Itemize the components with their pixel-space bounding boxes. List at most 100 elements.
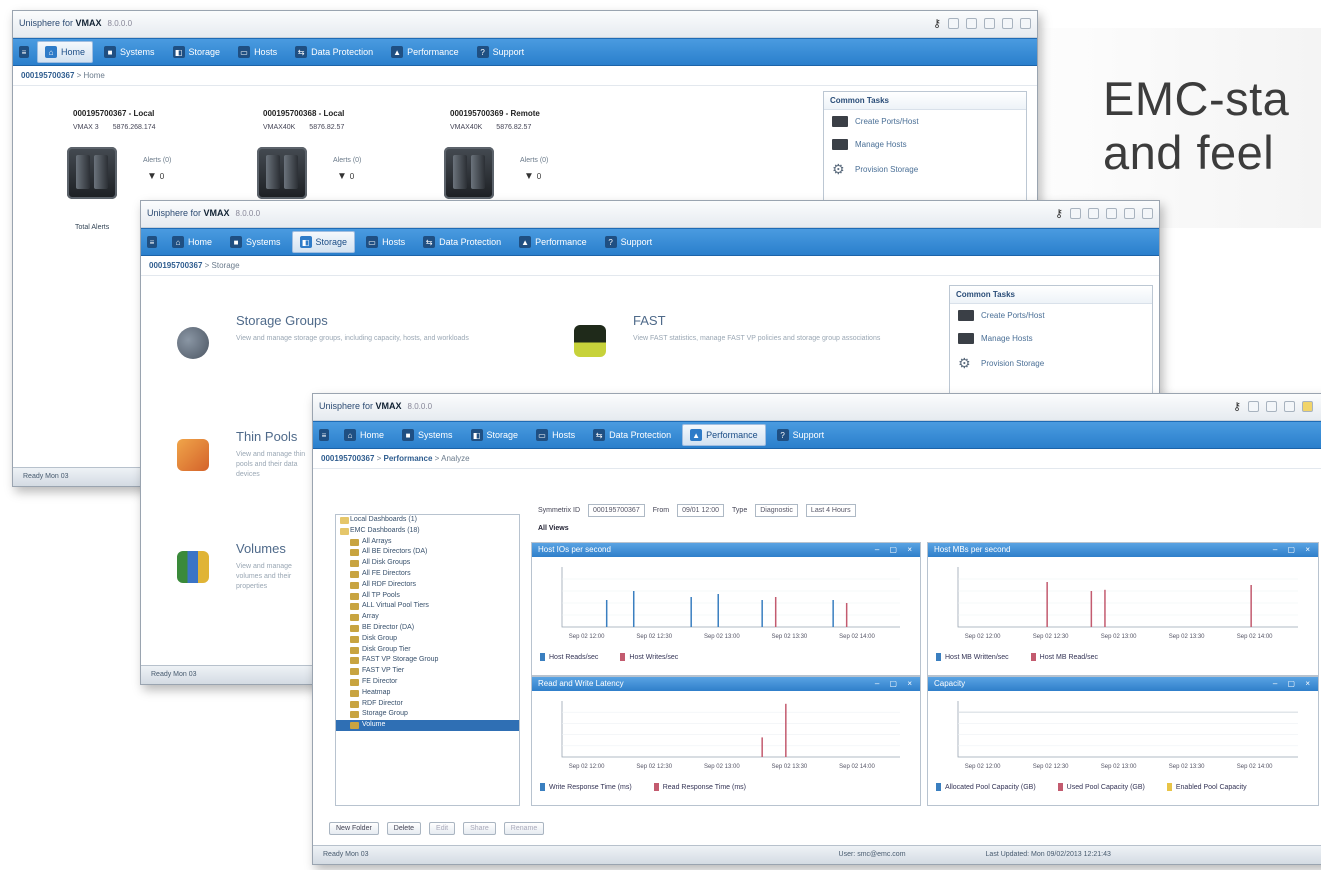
legend-item[interactable]: Read Response Time (ms)	[653, 783, 746, 791]
storage-array-icon[interactable]	[444, 147, 494, 199]
task-create-ports-host[interactable]: Create Ports/Host	[950, 304, 1152, 327]
tree-item[interactable]: BE Director (DA)	[336, 623, 519, 634]
tree-item[interactable]: Local Dashboards (1)	[336, 515, 519, 526]
tree-item[interactable]: FE Director	[336, 677, 519, 688]
nav-performance[interactable]: ▲ Performance	[512, 232, 594, 252]
nav-systems[interactable]: ■ Systems	[223, 232, 288, 252]
legend-item[interactable]: Write Response Time (ms)	[540, 783, 632, 791]
settings-icon[interactable]	[1070, 208, 1081, 219]
nav-support[interactable]: ? Support	[770, 425, 832, 445]
key-icon[interactable]: ⚷	[1233, 400, 1241, 413]
chart-controls[interactable]: – ▢ ×	[1273, 543, 1314, 557]
tree-item[interactable]: Disk Group	[336, 634, 519, 645]
nav-hosts[interactable]: ▭ Hosts	[231, 42, 284, 62]
maximize-button[interactable]	[1284, 401, 1295, 412]
tree-item[interactable]: EMC Dashboards (18)	[336, 526, 519, 537]
help-button[interactable]	[1124, 208, 1135, 219]
chart-controls[interactable]: – ▢ ×	[875, 677, 916, 691]
delete-button[interactable]: Delete	[386, 822, 422, 835]
legend-item[interactable]: Allocated Pool Capacity (GB)	[936, 783, 1036, 791]
tree-item[interactable]: All Arrays	[336, 537, 519, 548]
alerts-count[interactable]: ▼ 0	[147, 171, 164, 182]
chart-controls[interactable]: – ▢ ×	[875, 543, 916, 557]
settings-icon[interactable]	[1248, 401, 1259, 412]
from-field[interactable]: 09/01 12:00	[677, 504, 725, 517]
task-manage-hosts[interactable]: Manage Hosts	[824, 133, 1026, 156]
range-select[interactable]: Last 4 Hours	[805, 504, 856, 517]
tree-item[interactable]: FAST VP Tier	[336, 666, 519, 677]
feature-fast[interactable]: FAST View FAST statistics, manage FAST V…	[633, 313, 913, 344]
system-card[interactable]: 000195700368 - Local VMAX40K 5876.82.57	[263, 109, 393, 131]
system-card[interactable]: 000195700367 - Local VMAX 3 5876.268.174	[73, 109, 203, 131]
tree-item[interactable]: Storage Group	[336, 709, 519, 720]
alerts-count[interactable]: ▼ 0	[524, 171, 541, 182]
task-provision-storage[interactable]: ⚙ Provision Storage	[950, 350, 1152, 376]
legend-item[interactable]: Host MB Read/sec	[1030, 653, 1098, 661]
menu-icon[interactable]: ≡	[147, 236, 157, 248]
new-folder-button[interactable]: New Folder	[329, 822, 379, 835]
nav-hosts[interactable]: ▭ Hosts	[529, 425, 582, 445]
storage-array-icon[interactable]	[67, 147, 117, 199]
nav-data-protection[interactable]: ⇆ Data Protection	[288, 42, 380, 62]
legend-item[interactable]: Enabled Pool Capacity	[1166, 783, 1247, 791]
tree-item[interactable]: Volume	[336, 720, 519, 731]
tree-item[interactable]: FAST VP Storage Group	[336, 655, 519, 666]
tree-item[interactable]: All TP Pools	[336, 591, 519, 602]
task-create-ports-host[interactable]: Create Ports/Host	[824, 110, 1026, 133]
maximize-button[interactable]	[1106, 208, 1117, 219]
nav-systems[interactable]: ■ Systems	[395, 425, 460, 445]
close-button[interactable]	[1142, 208, 1153, 219]
system-card[interactable]: 000195700369 - Remote VMAX40K 5876.82.57	[450, 109, 580, 131]
tree-item[interactable]: All Disk Groups	[336, 558, 519, 569]
menu-icon[interactable]: ≡	[19, 46, 29, 58]
nav-systems[interactable]: ■ Systems	[97, 42, 162, 62]
task-provision-storage[interactable]: ⚙ Provision Storage	[824, 156, 1026, 182]
maximize-button[interactable]	[984, 18, 995, 29]
nav-home[interactable]: ⌂ Home	[337, 425, 391, 445]
tree-item[interactable]: All RDF Directors	[336, 580, 519, 591]
nav-support[interactable]: ? Support	[470, 42, 532, 62]
chart-controls[interactable]: – ▢ ×	[1273, 677, 1314, 691]
tree-item[interactable]: Array	[336, 612, 519, 623]
nav-storage[interactable]: ◧ Storage	[464, 425, 526, 445]
nav-home[interactable]: ⌂ Home	[37, 41, 94, 63]
key-icon[interactable]: ⚷	[1055, 207, 1063, 220]
feature-storage-groups[interactable]: Storage Groups View and manage storage g…	[236, 313, 506, 344]
legend-item[interactable]: Host MB Written/sec	[936, 653, 1009, 661]
edit-button[interactable]: Edit	[429, 822, 456, 835]
nav-storage[interactable]: ◧ Storage	[166, 42, 228, 62]
feature-thin-pools[interactable]: Thin Pools View and manage thin pools an…	[236, 429, 306, 480]
minimize-button[interactable]	[966, 18, 977, 29]
share-button[interactable]: Share	[463, 822, 496, 835]
alerts-count[interactable]: ▼ 0	[337, 171, 354, 182]
nav-storage[interactable]: ◧ Storage	[291, 231, 356, 253]
nav-hosts[interactable]: ▭ Hosts	[359, 232, 412, 252]
nav-support[interactable]: ? Support	[598, 232, 660, 252]
minimize-button[interactable]	[1266, 401, 1277, 412]
tree-item[interactable]: ALL Virtual Pool Tiers	[336, 601, 519, 612]
tree-item[interactable]: Heatmap	[336, 688, 519, 699]
nav-performance[interactable]: ▲ Performance	[384, 42, 466, 62]
legend-item[interactable]: Host Reads/sec	[540, 653, 598, 661]
nav-data-protection[interactable]: ⇆ Data Protection	[586, 425, 678, 445]
tree-item[interactable]: All BE Directors (DA)	[336, 547, 519, 558]
menu-icon[interactable]: ≡	[319, 429, 329, 441]
feature-volumes[interactable]: Volumes View and manage volumes and thei…	[236, 541, 306, 592]
legend-item[interactable]: Used Pool Capacity (GB)	[1057, 783, 1145, 791]
key-icon[interactable]: ⚷	[933, 17, 941, 30]
legend-item[interactable]: Host Writes/sec	[620, 653, 678, 661]
nav-performance[interactable]: ▲ Performance	[682, 424, 766, 446]
minimize-button[interactable]	[1088, 208, 1099, 219]
close-button[interactable]	[1020, 18, 1031, 29]
help-button[interactable]	[1002, 18, 1013, 29]
task-manage-hosts[interactable]: Manage Hosts	[950, 327, 1152, 350]
help-button[interactable]	[1302, 401, 1313, 412]
tree-item[interactable]: All FE Directors	[336, 569, 519, 580]
symmetrix-select[interactable]: 000195700367	[588, 504, 645, 517]
tree-item[interactable]: RDF Director	[336, 699, 519, 710]
type-select[interactable]: Diagnostic	[755, 504, 798, 517]
nav-data-protection[interactable]: ⇆ Data Protection	[416, 232, 508, 252]
rename-button[interactable]: Rename	[503, 822, 545, 835]
settings-icon[interactable]	[948, 18, 959, 29]
storage-array-icon[interactable]	[257, 147, 307, 199]
